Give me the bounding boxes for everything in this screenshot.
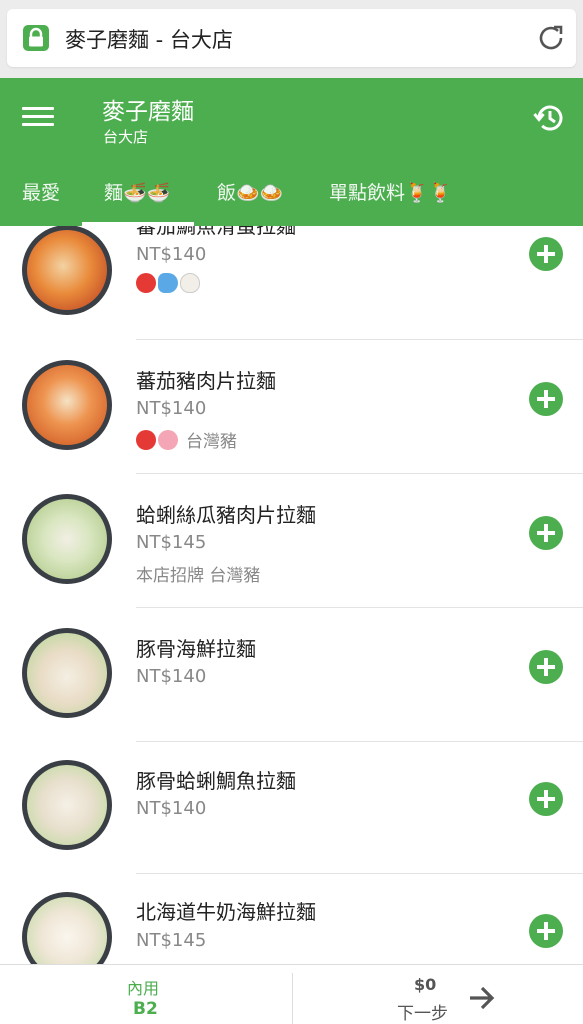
store-title: 麥子磨麵 bbox=[102, 99, 194, 125]
tab-drinks[interactable]: 單點飲料🍹🍹 bbox=[329, 178, 452, 205]
dish-image bbox=[22, 628, 112, 718]
item-name: 蕃茄豬肉片拉麵 bbox=[136, 369, 276, 393]
dish-image bbox=[22, 760, 112, 850]
browser-toolbar: 麥子磨麵 - 台大店 bbox=[0, 0, 583, 78]
menu-item[interactable]: 蛤蜊絲瓜豬肉片拉麵 NT$145 本店招牌 台灣豬 bbox=[0, 474, 583, 608]
dish-image bbox=[22, 494, 112, 584]
next-step-label: 下一步 bbox=[397, 1004, 448, 1024]
item-name: 豚骨海鮮拉麵 bbox=[136, 637, 256, 661]
menu-icon[interactable] bbox=[22, 104, 54, 132]
category-tabs: 最愛 麵🍜🍜 飯🍛🍛 單點飲料🍹🍹 bbox=[0, 158, 583, 226]
reload-icon[interactable] bbox=[535, 22, 567, 54]
lock-icon bbox=[23, 25, 49, 51]
order-total: $0 bbox=[414, 975, 437, 994]
item-tag-text: 台灣豬 bbox=[186, 432, 237, 452]
menu-item[interactable]: 北海道牛奶海鮮拉麵 NT$145 bbox=[0, 872, 583, 964]
fish-icon bbox=[158, 273, 178, 293]
item-price: NT$145 bbox=[136, 532, 207, 553]
bottom-bar: 內用 B2 $0 下一步 bbox=[0, 964, 583, 1024]
arrow-right-icon bbox=[470, 986, 495, 1010]
add-item-icon[interactable] bbox=[529, 237, 563, 271]
egg-icon bbox=[180, 273, 200, 293]
table-number: B2 bbox=[133, 999, 158, 1019]
item-price: NT$140 bbox=[136, 666, 207, 687]
add-item-icon[interactable] bbox=[529, 782, 563, 816]
dine-in-selector[interactable]: 內用 B2 bbox=[0, 965, 292, 1024]
dine-in-label: 內用 bbox=[127, 979, 160, 998]
item-tags bbox=[136, 273, 200, 293]
history-icon[interactable] bbox=[533, 101, 567, 135]
menu-list: 蕃茄鯛魚滑蛋拉麵 NT$140 蕃茄豬肉片拉麵 NT$140 台灣豬 蛤蜊絲瓜豬… bbox=[0, 226, 583, 964]
url-text: 麥子磨麵 - 台大店 bbox=[65, 28, 233, 52]
item-price: NT$140 bbox=[136, 798, 207, 819]
next-step-button[interactable]: $0 下一步 bbox=[293, 965, 583, 1024]
item-price: NT$140 bbox=[136, 398, 207, 419]
item-price: NT$145 bbox=[136, 930, 207, 951]
item-name: 蛤蜊絲瓜豬肉片拉麵 bbox=[136, 503, 316, 527]
pig-icon bbox=[158, 429, 178, 450]
item-price: NT$140 bbox=[136, 244, 207, 265]
item-tags: 本店招牌 台灣豬 bbox=[136, 561, 260, 586]
tab-favorites[interactable]: 最愛 bbox=[22, 178, 60, 205]
dish-image bbox=[22, 360, 112, 450]
menu-item[interactable]: 豚骨蛤蜊鯛魚拉麵 NT$140 bbox=[0, 740, 583, 874]
app-header: 麥子磨麵 台大店 bbox=[0, 78, 583, 158]
tomato-icon bbox=[136, 273, 156, 293]
tab-noodles[interactable]: 麵🍜🍜 bbox=[104, 178, 170, 205]
tab-rice[interactable]: 飯🍛🍛 bbox=[217, 178, 283, 205]
add-item-icon[interactable] bbox=[529, 382, 563, 416]
store-branch: 台大店 bbox=[103, 128, 149, 146]
item-tags: 台灣豬 bbox=[136, 427, 237, 452]
item-name: 豚骨蛤蜊鯛魚拉麵 bbox=[136, 769, 296, 793]
dish-image bbox=[22, 226, 112, 315]
dish-image bbox=[22, 892, 112, 964]
item-name: 北海道牛奶海鮮拉麵 bbox=[136, 900, 316, 924]
item-name: 蕃茄鯛魚滑蛋拉麵 bbox=[136, 226, 296, 238]
menu-item[interactable]: 豚骨海鮮拉麵 NT$140 bbox=[0, 608, 583, 742]
add-item-icon[interactable] bbox=[529, 650, 563, 684]
add-item-icon[interactable] bbox=[529, 914, 563, 948]
menu-item[interactable]: 蕃茄豬肉片拉麵 NT$140 台灣豬 bbox=[0, 340, 583, 474]
add-item-icon[interactable] bbox=[529, 516, 563, 550]
item-tag-text: 本店招牌 台灣豬 bbox=[136, 566, 261, 586]
tomato-icon bbox=[136, 429, 156, 450]
address-bar[interactable]: 麥子磨麵 - 台大店 bbox=[7, 9, 576, 67]
menu-item[interactable]: 蕃茄鯛魚滑蛋拉麵 NT$140 bbox=[0, 226, 583, 340]
